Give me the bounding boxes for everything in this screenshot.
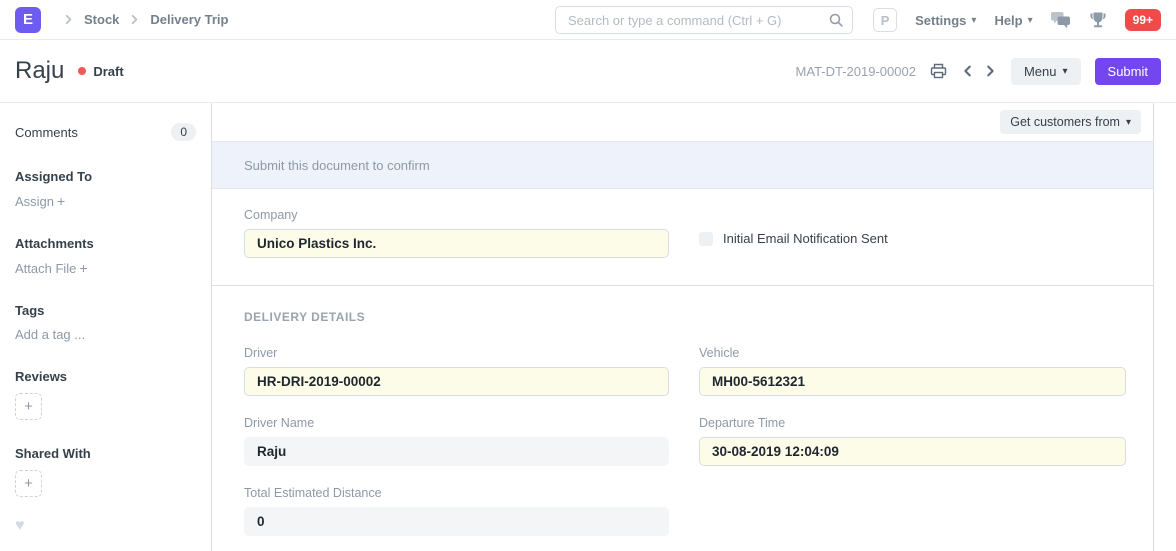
get-customers-from-label: Get customers from <box>1010 115 1120 129</box>
tags-heading: Tags <box>15 303 196 318</box>
email-notification-field[interactable]: Initial Email Notification Sent <box>699 208 1126 258</box>
add-tag-input[interactable]: Add a tag ... <box>15 327 196 342</box>
attachments-heading: Attachments <box>15 236 196 251</box>
assign-label: Assign <box>15 194 54 209</box>
navbar: E Stock Delivery Trip P Settings ▾ Help … <box>0 0 1176 40</box>
submit-reminder-banner: Submit this document to confirm <box>212 141 1153 189</box>
chevron-down-icon: ▾ <box>971 15 976 26</box>
form-section-delivery: Driver HR-DRI-2019-00002 Vehicle MH00-56… <box>212 324 1153 536</box>
banner-text: Submit this document to confirm <box>244 158 430 173</box>
document-id: MAT-DT-2019-00002 <box>796 64 916 79</box>
previous-doc-icon[interactable] <box>961 64 975 78</box>
page-title: Raju <box>15 57 64 85</box>
print-icon[interactable] <box>930 63 947 79</box>
settings-menu[interactable]: Settings ▾ <box>915 13 976 28</box>
user-avatar[interactable]: P <box>873 8 897 32</box>
app-logo-letter: E <box>23 11 33 28</box>
page-head: Raju Draft MAT-DT-2019-00002 Menu ▾ Subm… <box>0 40 1176 103</box>
company-input[interactable]: Unico Plastics Inc. <box>244 229 669 258</box>
email-notification-label: Initial Email Notification Sent <box>723 231 888 246</box>
vehicle-label: Vehicle <box>699 346 1126 360</box>
next-doc-icon[interactable] <box>983 64 997 78</box>
chevron-right-icon <box>127 12 142 27</box>
plus-icon: + <box>79 260 87 276</box>
menu-button-label: Menu <box>1024 64 1057 79</box>
status-label: Draft <box>93 64 123 79</box>
search-input[interactable] <box>555 6 853 34</box>
empty-grid-cell <box>699 486 1126 536</box>
form-toolbar: Get customers from ▾ <box>212 103 1153 141</box>
settings-label: Settings <box>915 13 966 28</box>
navbar-right: P Settings ▾ Help ▾ 99+ <box>873 0 1161 40</box>
reviews-heading: Reviews <box>15 369 196 384</box>
total-distance-readonly-value: 0 <box>244 507 669 536</box>
driver-label: Driver <box>244 346 669 360</box>
assign-button[interactable]: Assign+ <box>15 193 196 209</box>
driver-name-readonly-value: Raju <box>244 437 669 466</box>
body-layout: Comments 0 Assigned To Assign+ Attachmen… <box>0 103 1176 551</box>
form-sidebar: Comments 0 Assigned To Assign+ Attachmen… <box>0 103 211 551</box>
like-heart-icon[interactable]: ♥ <box>15 517 25 535</box>
add-review-button[interactable]: + <box>15 393 42 420</box>
plus-icon: + <box>57 193 65 209</box>
driver-field: Driver HR-DRI-2019-00002 <box>244 346 669 396</box>
attach-file-label: Attach File <box>15 261 76 276</box>
delivery-details-section: DELIVERY DETAILS <box>212 286 1153 324</box>
departure-time-field: Departure Time 30-08-2019 12:04:09 <box>699 416 1126 466</box>
chevron-down-icon: ▾ <box>1028 15 1033 26</box>
notifications-badge[interactable]: 99+ <box>1125 9 1161 31</box>
shared-with-heading: Shared With <box>15 446 196 461</box>
form-main: Get customers from ▾ Submit this documen… <box>211 103 1154 551</box>
vehicle-input[interactable]: MH00-5612321 <box>699 367 1126 396</box>
help-menu[interactable]: Help ▾ <box>994 13 1032 28</box>
driver-input[interactable]: HR-DRI-2019-00002 <box>244 367 669 396</box>
vehicle-field: Vehicle MH00-5612321 <box>699 346 1126 396</box>
checkbox-unchecked-icon[interactable] <box>699 232 713 246</box>
breadcrumb-stock[interactable]: Stock <box>84 12 119 27</box>
total-distance-field: Total Estimated Distance 0 <box>244 486 669 536</box>
attach-file-button[interactable]: Attach File+ <box>15 260 196 276</box>
company-label: Company <box>244 208 669 222</box>
app-logo[interactable]: E <box>15 7 41 33</box>
driver-name-label: Driver Name <box>244 416 669 430</box>
status-badge: Draft <box>78 64 123 79</box>
search-icon <box>828 12 844 33</box>
submit-button[interactable]: Submit <box>1095 58 1161 85</box>
assigned-to-heading: Assigned To <box>15 169 196 184</box>
chevron-right-icon <box>61 12 76 27</box>
trophy-icon[interactable] <box>1089 11 1107 29</box>
sidebar-comments[interactable]: Comments 0 <box>15 123 196 141</box>
driver-name-field: Driver Name Raju <box>244 416 669 466</box>
comments-label: Comments <box>15 125 78 140</box>
chat-icon[interactable] <box>1051 11 1071 29</box>
departure-time-input[interactable]: 30-08-2019 12:04:09 <box>699 437 1126 466</box>
add-share-button[interactable]: + <box>15 470 42 497</box>
plus-icon: + <box>24 475 33 492</box>
global-search <box>555 6 853 34</box>
get-customers-from-button[interactable]: Get customers from ▾ <box>1000 110 1141 134</box>
help-label: Help <box>994 13 1022 28</box>
status-dot-icon <box>78 67 86 75</box>
comments-count-badge: 0 <box>171 123 196 141</box>
chevron-down-icon: ▾ <box>1126 117 1131 128</box>
user-avatar-letter: P <box>881 13 890 28</box>
doc-pagination <box>961 64 997 78</box>
delivery-details-heading: DELIVERY DETAILS <box>244 310 1121 324</box>
page-head-actions: MAT-DT-2019-00002 Menu ▾ Submit <box>796 58 1161 85</box>
breadcrumb-delivery-trip[interactable]: Delivery Trip <box>150 12 228 27</box>
company-field: Company Unico Plastics Inc. <box>244 208 669 258</box>
form-section-company: Company Unico Plastics Inc. Initial Emai… <box>212 189 1153 286</box>
plus-icon: + <box>24 398 33 415</box>
departure-time-label: Departure Time <box>699 416 1126 430</box>
chevron-down-icon: ▾ <box>1063 66 1068 77</box>
total-distance-label: Total Estimated Distance <box>244 486 669 500</box>
menu-button[interactable]: Menu ▾ <box>1011 58 1081 85</box>
